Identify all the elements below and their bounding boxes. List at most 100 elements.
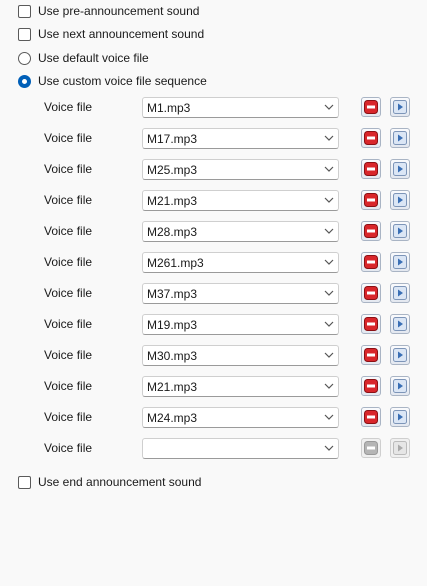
chevron-down-icon: [324, 414, 334, 420]
play-next-icon: [393, 348, 407, 362]
voice-file-label: Voice file: [44, 162, 93, 176]
pre-announcement-label: Use pre-announcement sound: [38, 4, 200, 18]
voice-file-row: Voice file M17.mp3: [0, 128, 427, 150]
voice-file-label: Voice file: [44, 286, 93, 300]
voice-file-value: M37.mp3: [147, 287, 198, 301]
play-next-icon: [393, 162, 407, 176]
remove-voice-file-button[interactable]: [361, 407, 381, 427]
play-next-icon: [393, 410, 407, 424]
remove-voice-file-button[interactable]: [361, 221, 381, 241]
play-next-icon: [393, 286, 407, 300]
voice-file-label: Voice file: [44, 441, 93, 455]
voice-file-dropdown[interactable]: M28.mp3: [142, 221, 339, 242]
remove-icon: [364, 410, 378, 424]
next-announcement-option[interactable]: Use next announcement sound: [18, 26, 204, 42]
voice-file-row: Voice file M21.mp3: [0, 376, 427, 398]
voice-file-row: Voice file M19.mp3: [0, 314, 427, 336]
remove-voice-file-button[interactable]: [361, 283, 381, 303]
voice-file-dropdown[interactable]: M261.mp3: [142, 252, 339, 273]
default-voice-label: Use default voice file: [38, 51, 149, 65]
play-next-icon: [393, 131, 407, 145]
voice-file-dropdown[interactable]: M19.mp3: [142, 314, 339, 335]
remove-voice-file-button[interactable]: [361, 190, 381, 210]
voice-file-row: Voice file M21.mp3: [0, 190, 427, 212]
voice-file-dropdown[interactable]: M1.mp3: [142, 97, 339, 118]
voice-file-label: Voice file: [44, 131, 93, 145]
voice-file-row: Voice file M25.mp3: [0, 159, 427, 181]
voice-file-value: M25.mp3: [147, 163, 198, 177]
remove-voice-file-button[interactable]: [361, 314, 381, 334]
play-next-button[interactable]: [390, 252, 410, 272]
voice-file-value: M30.mp3: [147, 349, 198, 363]
voice-file-dropdown[interactable]: M24.mp3: [142, 407, 339, 428]
chevron-down-icon: [324, 352, 334, 358]
voice-file-row: Voice file M30.mp3: [0, 345, 427, 367]
voice-file-value: M19.mp3: [147, 318, 198, 332]
remove-voice-file-button[interactable]: [361, 97, 381, 117]
play-next-button[interactable]: [390, 314, 410, 334]
play-next-button[interactable]: [390, 128, 410, 148]
voice-file-row: Voice file M24.mp3: [0, 407, 427, 429]
voice-file-label: Voice file: [44, 410, 93, 424]
voice-file-value: M24.mp3: [147, 411, 198, 425]
chevron-down-icon: [324, 259, 334, 265]
voice-file-dropdown[interactable]: M21.mp3: [142, 376, 339, 397]
pre-announcement-option[interactable]: Use pre-announcement sound: [18, 3, 199, 19]
remove-voice-file-button[interactable]: [361, 252, 381, 272]
voice-file-value: M261.mp3: [147, 256, 204, 270]
play-next-button[interactable]: [390, 438, 410, 458]
voice-file-value: M1.mp3: [147, 101, 191, 115]
play-next-button[interactable]: [390, 407, 410, 427]
custom-sequence-radio[interactable]: [18, 74, 31, 88]
end-announcement-option[interactable]: Use end announcement sound: [18, 474, 201, 490]
voice-file-dropdown[interactable]: M17.mp3: [142, 128, 339, 149]
play-next-icon: [393, 441, 407, 455]
play-next-button[interactable]: [390, 221, 410, 241]
chevron-down-icon: [324, 166, 334, 172]
end-announcement-checkbox[interactable]: [18, 475, 31, 489]
default-voice-radio[interactable]: [18, 51, 31, 65]
voice-file-dropdown[interactable]: M30.mp3: [142, 345, 339, 366]
chevron-down-icon: [324, 197, 334, 203]
play-next-button[interactable]: [390, 190, 410, 210]
chevron-down-icon: [324, 445, 334, 451]
voice-file-label: Voice file: [44, 255, 93, 269]
remove-voice-file-button[interactable]: [361, 438, 381, 458]
voice-file-row: Voice file: [0, 438, 427, 460]
remove-icon: [364, 224, 378, 238]
play-next-button[interactable]: [390, 376, 410, 396]
voice-file-dropdown[interactable]: M21.mp3: [142, 190, 339, 211]
play-next-icon: [393, 224, 407, 238]
play-next-button[interactable]: [390, 345, 410, 365]
voice-file-label: Voice file: [44, 100, 93, 114]
end-announcement-label: Use end announcement sound: [38, 475, 202, 489]
remove-voice-file-button[interactable]: [361, 159, 381, 179]
next-announcement-checkbox[interactable]: [18, 27, 31, 41]
voice-file-dropdown[interactable]: M25.mp3: [142, 159, 339, 180]
remove-icon: [364, 131, 378, 145]
voice-file-label: Voice file: [44, 224, 93, 238]
next-announcement-label: Use next announcement sound: [38, 27, 205, 41]
remove-icon: [364, 255, 378, 269]
remove-icon: [364, 348, 378, 362]
play-next-button[interactable]: [390, 97, 410, 117]
voice-file-value: M17.mp3: [147, 132, 198, 146]
play-next-button[interactable]: [390, 159, 410, 179]
remove-voice-file-button[interactable]: [361, 376, 381, 396]
voice-file-dropdown[interactable]: [142, 438, 339, 459]
remove-icon: [364, 441, 378, 455]
voice-file-row: Voice file M261.mp3: [0, 252, 427, 274]
play-next-icon: [393, 255, 407, 269]
custom-sequence-option[interactable]: Use custom voice file sequence: [18, 73, 207, 89]
remove-icon: [364, 162, 378, 176]
chevron-down-icon: [324, 135, 334, 141]
play-next-icon: [393, 379, 407, 393]
remove-voice-file-button[interactable]: [361, 345, 381, 365]
default-voice-option[interactable]: Use default voice file: [18, 50, 149, 66]
voice-file-dropdown[interactable]: M37.mp3: [142, 283, 339, 304]
remove-icon: [364, 379, 378, 393]
play-next-button[interactable]: [390, 283, 410, 303]
voice-file-row: Voice file M28.mp3: [0, 221, 427, 243]
pre-announcement-checkbox[interactable]: [18, 4, 31, 18]
remove-voice-file-button[interactable]: [361, 128, 381, 148]
